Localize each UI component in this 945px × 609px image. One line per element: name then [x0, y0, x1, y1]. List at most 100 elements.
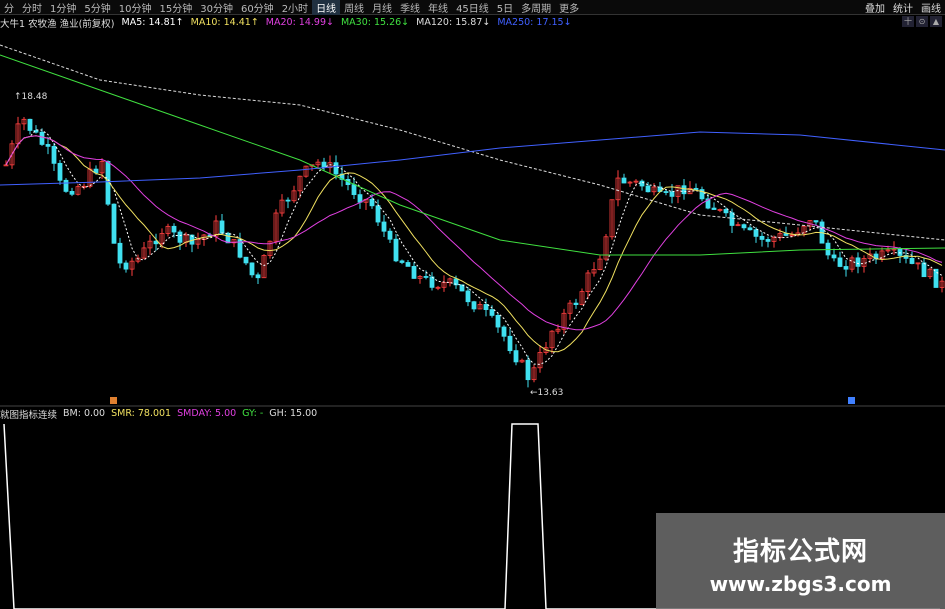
- period-tab[interactable]: 分: [0, 0, 18, 15]
- candle: [225, 232, 231, 244]
- ma-legend-item: MA250: 17.15↓: [497, 17, 572, 28]
- candle: [471, 301, 477, 310]
- side-button[interactable]: ▲: [930, 16, 942, 27]
- watermark: 指标公式网 www.zbgs3.com: [656, 513, 945, 609]
- watermark-title: 指标公式网: [732, 537, 868, 567]
- info-marker-icon[interactable]: [848, 397, 855, 404]
- ma-legend-item: MA20: 14.99↓: [265, 17, 334, 28]
- ma120-line: [0, 44, 945, 241]
- candle: [741, 224, 747, 229]
- candle: [669, 191, 675, 197]
- candle: [57, 162, 63, 181]
- side-button[interactable]: 十: [902, 16, 914, 27]
- indicator-legend: 就图指标连续 BM: 0.00 SMR: 78.001 SMDAY: 5.00 GY: …: [0, 407, 323, 421]
- period-tab[interactable]: 更多: [555, 0, 583, 15]
- period-tab[interactable]: 日线: [312, 0, 341, 15]
- candle: [381, 221, 387, 232]
- candle: [219, 220, 225, 234]
- period-tab[interactable]: 60分钟: [237, 0, 278, 15]
- period-tab[interactable]: 1分钟: [46, 0, 80, 15]
- toolbar-right: 叠加 统计 画线: [861, 0, 945, 15]
- candle: [321, 161, 327, 169]
- candle: [39, 131, 45, 145]
- period-tab[interactable]: 2小时: [278, 0, 312, 15]
- candle: [243, 256, 249, 264]
- candle: [639, 180, 645, 187]
- candle: [729, 212, 735, 226]
- candle: [351, 184, 357, 196]
- period-tab[interactable]: 周线: [340, 0, 368, 15]
- candle: [837, 257, 843, 267]
- candle: [573, 302, 579, 306]
- indicator-legend-item: 就图指标连续: [0, 409, 58, 421]
- indicator-legend-item: SMR: 78.001: [111, 408, 172, 419]
- ma250-line: [0, 131, 945, 186]
- candle: [405, 262, 411, 267]
- ma-legend-item: MA10: 14.41↑: [190, 17, 259, 28]
- period-tab[interactable]: 15分钟: [155, 0, 196, 15]
- period-tab[interactable]: 年线: [424, 0, 452, 15]
- candle: [921, 262, 927, 278]
- period-tab[interactable]: 5日: [493, 0, 517, 15]
- candle: [249, 262, 255, 276]
- candle: [645, 185, 651, 193]
- period-tab[interactable]: 分时: [18, 0, 46, 15]
- ma-legend-item: MA30: 15.26↓: [340, 17, 410, 28]
- candle: [843, 266, 849, 270]
- candle: [723, 209, 729, 214]
- candle: [525, 359, 531, 381]
- candle: [399, 260, 405, 263]
- candle: [45, 144, 51, 147]
- candle: [747, 227, 753, 231]
- candle: [813, 220, 819, 223]
- toolbar-right-button[interactable]: 叠加: [861, 0, 889, 15]
- period-tab[interactable]: 30分钟: [196, 0, 237, 15]
- candle: [285, 199, 291, 202]
- ma5-line: [5, 129, 943, 365]
- candle: [333, 162, 339, 175]
- candle: [393, 238, 399, 262]
- candle: [711, 207, 717, 210]
- watermark-url: www.zbgs3.com: [709, 572, 892, 596]
- period-tab[interactable]: 月线: [368, 0, 396, 15]
- period-tab[interactable]: 10分钟: [115, 0, 156, 15]
- high-price-label: ↑18.48: [14, 92, 48, 102]
- candle: [123, 262, 129, 270]
- indicator-legend-item: GY: -: [242, 408, 264, 419]
- ma-legend-item: MA5: 14.81↑: [121, 17, 184, 28]
- candle: [681, 185, 687, 195]
- ma-legend-item: MA120: 15.87↓: [416, 17, 491, 28]
- candle: [825, 242, 831, 256]
- candle: [465, 290, 471, 303]
- candle: [909, 257, 915, 264]
- period-tab[interactable]: 45日线: [452, 0, 493, 15]
- ma-legend-item: 大牛1 农牧渔 渔业(前复权): [0, 18, 115, 30]
- candles-group: [3, 116, 945, 388]
- toolbar-right-button[interactable]: 统计: [889, 0, 917, 15]
- candle: [783, 233, 789, 236]
- ma20-line: [5, 135, 943, 331]
- side-button[interactable]: ⊙: [916, 16, 928, 27]
- candle: [357, 194, 363, 203]
- toolbar-right-button[interactable]: 画线: [917, 0, 945, 15]
- period-tab[interactable]: 季线: [396, 0, 424, 15]
- ma-lines-group: [0, 44, 945, 365]
- indicator-legend-item: SMDAY: 5.00: [177, 408, 237, 419]
- ma-legend: 大牛1 农牧渔 渔业(前复权) MA5: 14.81↑ MA10: 14.41↑ MA…: [0, 16, 579, 30]
- period-tab[interactable]: 5分钟: [80, 0, 114, 15]
- candle: [765, 239, 771, 242]
- candle: [171, 225, 177, 233]
- candle: [495, 315, 501, 328]
- candle: [177, 231, 183, 243]
- candle: [117, 242, 123, 264]
- candle: [63, 179, 69, 192]
- candle: [411, 265, 417, 279]
- candle: [897, 248, 903, 256]
- candle: [693, 187, 699, 190]
- event-marker-icon[interactable]: [110, 397, 117, 404]
- candle: [831, 254, 837, 259]
- candle: [513, 350, 519, 363]
- candle: [663, 191, 669, 193]
- period-tab[interactable]: 多周期: [517, 0, 555, 15]
- side-buttons: 十 ⊙ ▲: [902, 16, 942, 27]
